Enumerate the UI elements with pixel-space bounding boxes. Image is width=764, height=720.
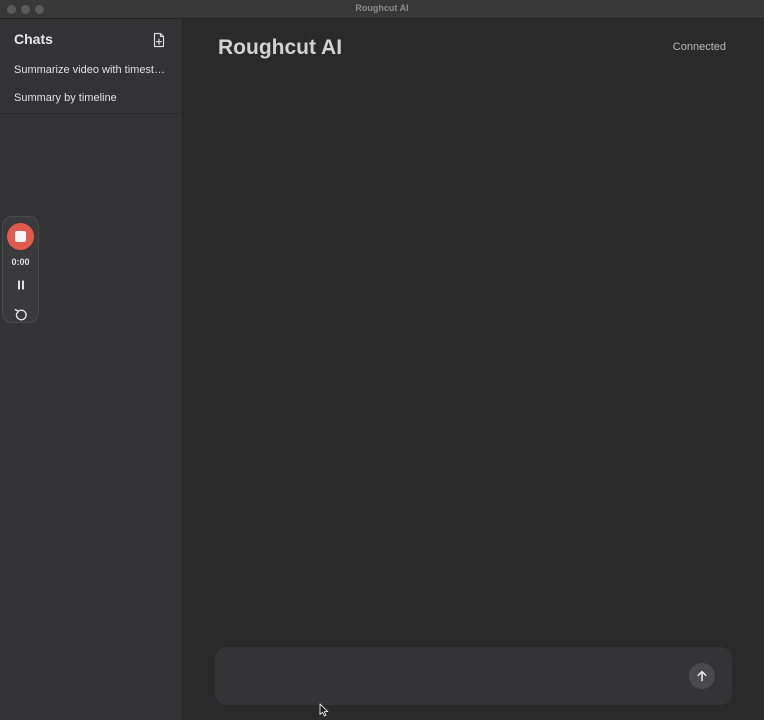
main-panel: Roughcut AI Connected: [183, 19, 764, 720]
pause-icon: [18, 280, 24, 290]
chat-list-item[interactable]: Summary by timeline: [0, 84, 182, 112]
mouse-cursor-icon: [319, 703, 329, 717]
app-window: Roughcut AI Chats Summarize video with t…: [0, 0, 764, 720]
recording-timer: 0:00: [11, 257, 30, 267]
chat-list-item[interactable]: Summarize video with timestamps: [0, 56, 182, 84]
sidebar: Chats Summarize video with timestamps Su…: [0, 19, 183, 720]
stop-icon: [15, 231, 26, 242]
message-composer: [215, 647, 732, 705]
chat-list-divider: [0, 113, 182, 114]
stop-recording-button[interactable]: [7, 223, 34, 250]
recorder-widget: 0:00: [2, 216, 39, 323]
window-title: Roughcut AI: [355, 3, 409, 13]
send-button[interactable]: [689, 663, 715, 689]
page-title: Roughcut AI: [218, 36, 343, 59]
connection-status: Connected: [672, 41, 726, 53]
chat-list: Summarize video with timestamps Summary …: [0, 56, 182, 114]
pause-button[interactable]: [15, 278, 27, 290]
message-input[interactable]: [229, 661, 683, 693]
new-chat-button[interactable]: [150, 31, 168, 49]
new-document-icon: [153, 32, 165, 48]
arrow-up-icon: [697, 670, 707, 682]
title-bar: Roughcut AI: [0, 0, 764, 19]
restart-button[interactable]: [13, 307, 29, 323]
restart-icon: [14, 308, 27, 321]
sidebar-title: Chats: [14, 31, 53, 47]
